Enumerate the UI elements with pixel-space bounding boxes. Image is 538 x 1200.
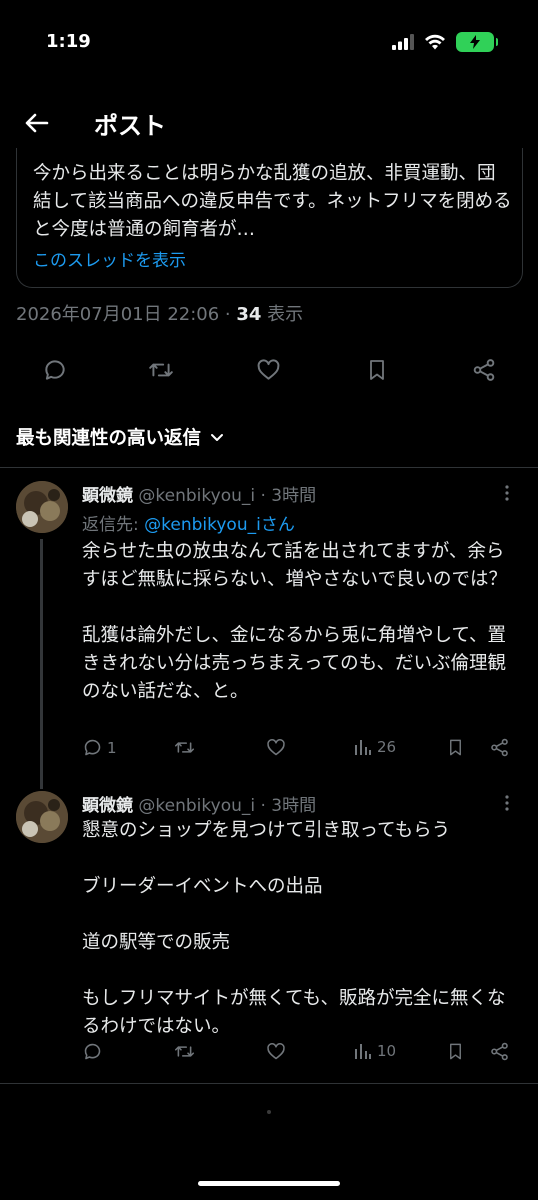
- like-button[interactable]: [255, 357, 282, 383]
- reply-icon: [84, 1043, 101, 1060]
- reply-to-mention[interactable]: @kenbikyou_iさん: [144, 515, 295, 535]
- repost-icon: [149, 363, 173, 377]
- status-time: 1:19: [46, 31, 91, 52]
- share-icon: [491, 1042, 508, 1061]
- reply-sort-label: 最も関連性の高い返信: [16, 428, 202, 449]
- heart-icon: [257, 359, 280, 380]
- avatar[interactable]: [16, 791, 68, 843]
- wifi-icon: [425, 34, 445, 50]
- reply-count: 1: [107, 738, 117, 757]
- post-actions: [0, 357, 538, 393]
- battery-icon: [456, 32, 498, 52]
- bookmark-button[interactable]: [446, 737, 465, 758]
- reply-actions: 1 26: [0, 737, 538, 773]
- reply-button[interactable]: 1: [82, 737, 117, 758]
- like-button[interactable]: [265, 1041, 287, 1062]
- share-button[interactable]: [489, 1041, 510, 1062]
- reply-icon: [45, 360, 65, 380]
- repost-button[interactable]: [173, 1041, 196, 1062]
- status-icons: [392, 32, 498, 52]
- reply-header: 顕微鏡 @kenbikyou_i · 3時間: [82, 791, 316, 816]
- bookmark-icon: [370, 360, 384, 380]
- more-options-icon[interactable]: [498, 794, 516, 812]
- quoted-post-text: 今から出来ることは明らかな乱獲の追放、非買運動、団結して該当商品への違反申告です…: [33, 163, 512, 240]
- reply-author-name[interactable]: 顕微鏡: [82, 486, 133, 506]
- repost-button[interactable]: [173, 737, 196, 758]
- quoted-post-card[interactable]: 今から出来ることは明らかな乱獲の追放、非買運動、団結して該当商品への違反申告です…: [16, 148, 523, 288]
- views-button[interactable]: 10: [353, 1041, 396, 1061]
- show-thread-link[interactable]: このスレッドを表示: [33, 246, 186, 271]
- repost-icon: [174, 742, 195, 753]
- heart-icon: [267, 738, 285, 756]
- post-meta: 2026年07月01日 22:06 · 34 表示: [16, 300, 303, 326]
- like-button[interactable]: [265, 737, 287, 758]
- chevron-down-icon: [211, 434, 224, 441]
- share-button[interactable]: [489, 737, 510, 758]
- repost-icon: [174, 1046, 195, 1057]
- back-arrow-icon[interactable]: [22, 108, 52, 138]
- reply-button[interactable]: [42, 357, 68, 383]
- reply-actions: 10: [0, 1041, 538, 1077]
- bookmark-button[interactable]: [446, 1041, 465, 1062]
- repost-button[interactable]: [147, 357, 175, 383]
- bookmark-icon: [450, 1043, 461, 1060]
- avatar[interactable]: [16, 481, 68, 533]
- reply-author-handle[interactable]: @kenbikyou_i: [138, 486, 255, 506]
- reply-header: 顕微鏡 @kenbikyou_i · 3時間: [82, 481, 316, 506]
- view-count[interactable]: 34: [236, 304, 261, 325]
- bookmark-icon: [450, 739, 461, 756]
- more-options-icon[interactable]: [498, 484, 516, 502]
- reply-author-handle[interactable]: @kenbikyou_i: [138, 796, 255, 816]
- share-icon: [491, 738, 508, 757]
- divider: [0, 1083, 538, 1084]
- post-datetime: 2026年07月01日 22:06 ·: [16, 304, 237, 325]
- view-count: 10: [377, 1042, 397, 1060]
- reply-author-name[interactable]: 顕微鏡: [82, 796, 133, 816]
- cellular-signal-icon: [392, 34, 414, 50]
- analytics-icon: [355, 740, 371, 755]
- reply-timestamp[interactable]: · 3時間: [261, 486, 317, 506]
- status-bar: 1:19: [0, 0, 538, 90]
- reply-icon: [84, 739, 101, 756]
- reply-button[interactable]: [82, 1041, 103, 1062]
- page-title: ポスト: [94, 112, 166, 140]
- bookmark-button[interactable]: [365, 357, 389, 383]
- reply-sort-dropdown[interactable]: 最も関連性の高い返信: [16, 424, 225, 450]
- views-button[interactable]: 26: [353, 737, 396, 757]
- reply-to-prefix: 返信先:: [82, 515, 145, 535]
- analytics-icon: [355, 1044, 371, 1059]
- loading-dot: [267, 1110, 271, 1114]
- view-count: 26: [377, 738, 397, 756]
- divider: [0, 467, 538, 468]
- reply-to-line: 返信先: @kenbikyou_iさん: [82, 510, 295, 535]
- heart-icon: [267, 1042, 285, 1060]
- view-label: 表示: [261, 304, 304, 325]
- share-button[interactable]: [471, 357, 497, 383]
- reply-text: 余らせた虫の放虫なんて話を出されてますが、余らすほど無駄に採らない、増やさないで…: [82, 541, 507, 702]
- reply-timestamp[interactable]: · 3時間: [261, 796, 317, 816]
- reply-text: 懇意のショップを見つけて引き取ってもらう ブリーダーイベントへの出品 道の駅等で…: [82, 820, 506, 1037]
- post-header: ポスト: [0, 96, 538, 154]
- home-indicator[interactable]: [198, 1181, 340, 1186]
- share-icon: [473, 359, 495, 381]
